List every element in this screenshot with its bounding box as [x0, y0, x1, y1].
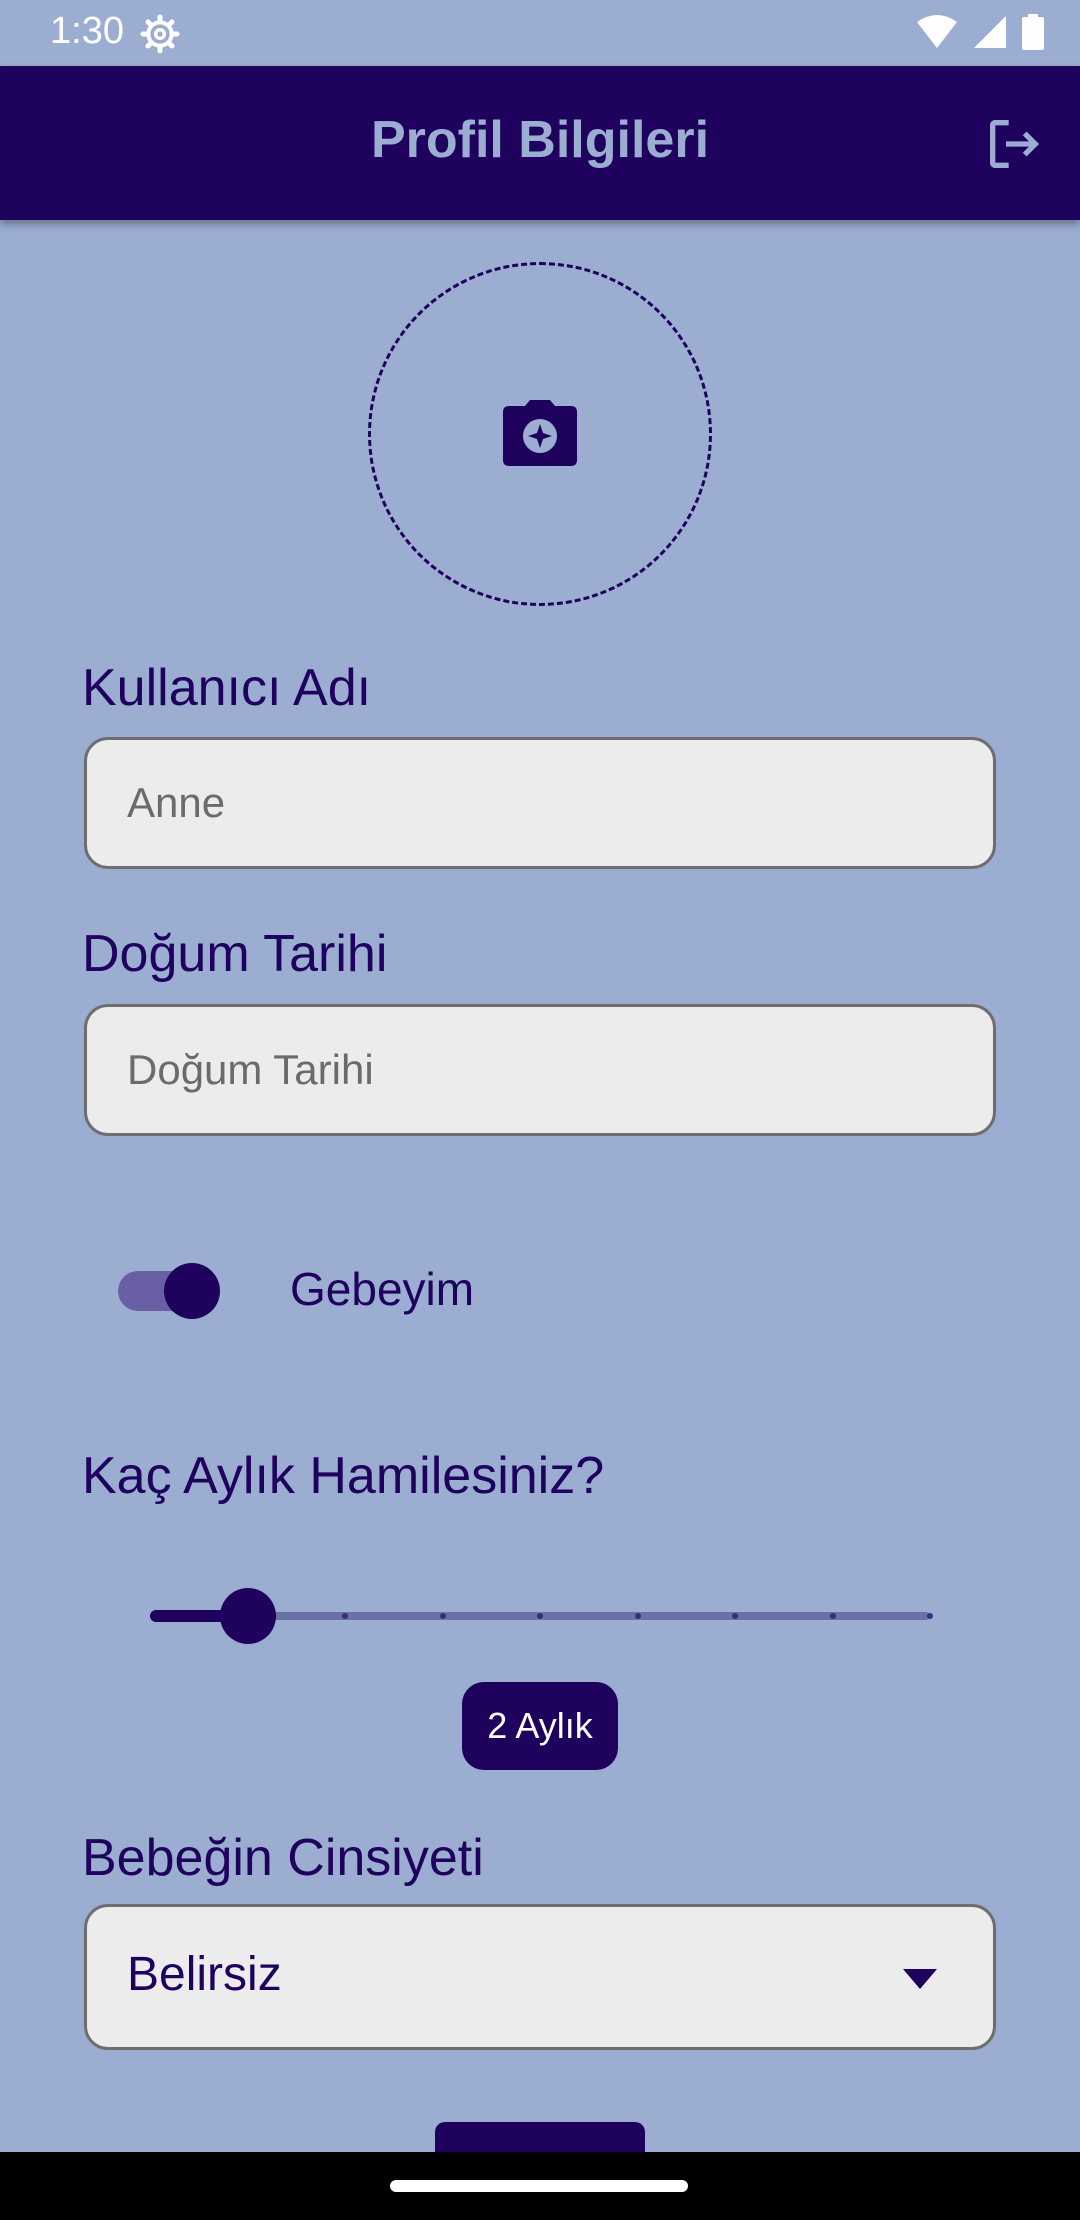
birth-date-label: Doğum Tarihi	[82, 925, 388, 983]
home-gesture-handle[interactable]	[390, 2180, 688, 2192]
slider-tick	[537, 1613, 543, 1619]
slider-tick	[927, 1613, 933, 1619]
slider-thumb[interactable]	[219, 1588, 276, 1644]
page-title: Profil Bilgileri	[370, 111, 710, 169]
status-time: 1:30	[50, 10, 124, 52]
slider-tick	[634, 1613, 641, 1619]
battery-icon	[1022, 14, 1044, 50]
birth-date-input[interactable]	[127, 1007, 967, 1133]
slider-tick	[732, 1613, 738, 1619]
username-field-box	[84, 737, 996, 869]
signal-icon	[974, 16, 1006, 48]
status-bar: 1:30	[0, 0, 1080, 66]
logout-icon[interactable]	[982, 112, 1046, 176]
camera-icon[interactable]	[503, 400, 577, 466]
baby-gender-label: Bebeğin Cinsiyeti	[82, 1829, 484, 1887]
slider-tick	[342, 1613, 348, 1619]
profile-screen: 1:30 Profil Bilgileri Kullanıcı Adı Anne…	[0, 0, 1080, 2220]
dropdown-arrow-icon	[903, 1969, 937, 1989]
username-input[interactable]	[127, 740, 967, 866]
app-bar: Profil Bilgileri	[0, 66, 1080, 220]
baby-gender-dropdown[interactable]: Belirsiz	[84, 1904, 996, 2050]
settings-gear-icon	[140, 14, 180, 54]
slider-value-badge: 2 Aylık	[462, 1682, 618, 1770]
pregnancy-month-slider[interactable]	[140, 1588, 940, 1644]
wifi-icon	[917, 15, 957, 48]
pregnancy-month-label: Kaç Aylık Hamilesiniz?	[82, 1447, 605, 1505]
pregnant-switch[interactable]	[116, 1263, 220, 1319]
switch-thumb	[164, 1263, 220, 1319]
username-label: Kullanıcı Adı	[82, 659, 372, 717]
birth-date-field-box	[84, 1004, 996, 1136]
navigation-bar	[0, 2152, 1080, 2220]
pregnant-switch-label: Gebeyim	[290, 1263, 475, 1315]
slider-tick	[829, 1613, 836, 1619]
status-icons	[916, 14, 1044, 50]
baby-gender-selected: Belirsiz	[127, 1948, 282, 2001]
slider-tick	[439, 1613, 446, 1619]
